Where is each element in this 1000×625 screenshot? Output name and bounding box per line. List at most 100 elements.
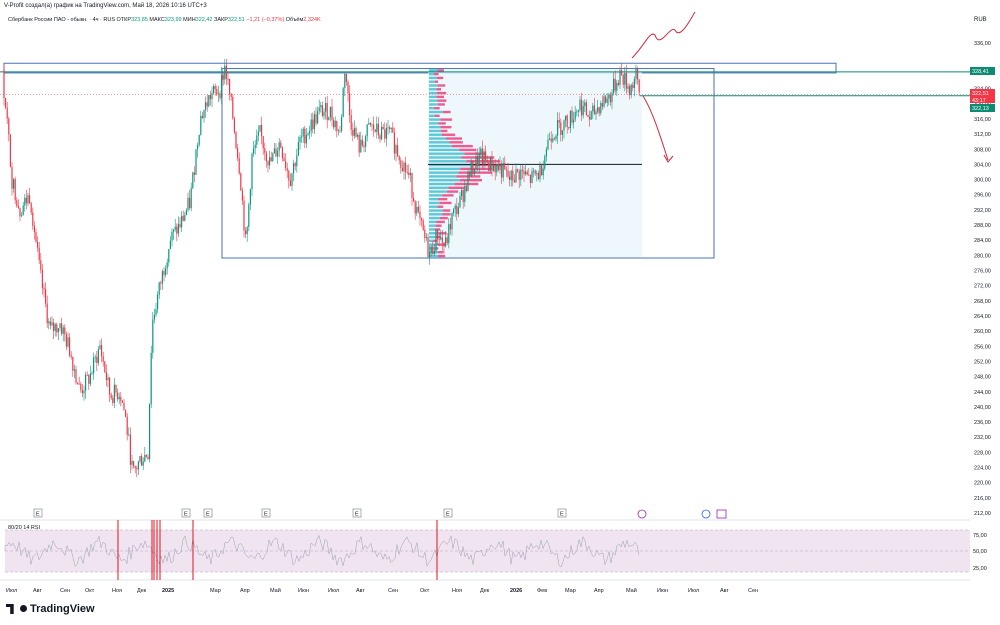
candle-body bbox=[277, 150, 279, 157]
candle-body bbox=[56, 324, 58, 333]
forecast-up-arrow[interactable] bbox=[631, 11, 696, 59]
candle-body bbox=[600, 102, 602, 114]
candle-body bbox=[373, 124, 375, 130]
earnings-marker-label: E bbox=[36, 512, 40, 518]
event-markers[interactable]: EEEEEEE bbox=[33, 508, 567, 518]
forecast-down-arrow[interactable] bbox=[642, 95, 669, 161]
candle-body bbox=[105, 372, 107, 381]
candle-body bbox=[89, 373, 91, 384]
profile-bar-up bbox=[429, 194, 443, 197]
profile-bar-up bbox=[429, 224, 436, 227]
candle-body bbox=[494, 165, 496, 173]
profile-bar-up bbox=[429, 125, 441, 129]
time-axis[interactable]: Июл Авг Сен Окт Ноя Дек 2025 Мар Апр Май Июн Июл Авг… bbox=[6, 587, 758, 594]
profile-bar-down bbox=[437, 99, 447, 102]
candle-body bbox=[568, 127, 570, 129]
candle-body bbox=[382, 126, 384, 130]
candle-body bbox=[505, 169, 507, 171]
candle-body bbox=[81, 389, 83, 394]
candle-body bbox=[328, 117, 330, 121]
candle-body bbox=[17, 206, 19, 208]
profile-bar-up bbox=[429, 152, 465, 155]
candle-body bbox=[430, 246, 432, 253]
candle-body bbox=[459, 196, 461, 208]
candle-body bbox=[365, 136, 367, 147]
candle-body bbox=[489, 157, 491, 171]
candle-body bbox=[305, 135, 307, 144]
candle-body bbox=[318, 107, 320, 112]
candle-body bbox=[613, 78, 615, 93]
profile-bar-up bbox=[429, 103, 438, 106]
tag-timer-text: 43:17 bbox=[972, 98, 986, 104]
candle-body bbox=[181, 215, 183, 228]
candle-body bbox=[537, 172, 539, 179]
candle-body bbox=[206, 102, 208, 107]
profile-bar-down bbox=[436, 76, 444, 80]
candle-body bbox=[275, 148, 277, 157]
candle-body bbox=[193, 172, 195, 175]
candle-body bbox=[245, 230, 247, 235]
candle-body bbox=[214, 86, 216, 89]
profile-bar-up bbox=[429, 167, 461, 171]
candle-body bbox=[86, 374, 88, 376]
candle-body bbox=[443, 242, 445, 247]
candle-body bbox=[326, 102, 328, 121]
profile-bar-down bbox=[442, 194, 454, 197]
candle-body bbox=[547, 139, 549, 150]
profile-bar-up bbox=[429, 190, 447, 193]
candle-body bbox=[584, 102, 586, 107]
profile-bar-down bbox=[459, 179, 482, 182]
candle-body bbox=[129, 434, 131, 465]
candle-body bbox=[624, 73, 626, 85]
price-tick: 220,00 bbox=[974, 481, 991, 487]
candle-body bbox=[333, 119, 335, 128]
candle-body bbox=[627, 86, 629, 89]
candle-body bbox=[201, 115, 203, 119]
price-tick: 248,00 bbox=[974, 375, 991, 381]
candle-body bbox=[177, 223, 179, 234]
candle-body bbox=[59, 323, 61, 329]
time-tick: Июл bbox=[328, 588, 339, 594]
price-tick: 252,00 bbox=[974, 359, 991, 365]
time-tick: Сен bbox=[388, 588, 398, 594]
candle-body bbox=[593, 105, 595, 115]
candle-body bbox=[310, 119, 312, 131]
candle-body bbox=[278, 142, 280, 151]
profile-bar-up bbox=[429, 72, 434, 76]
candle-body bbox=[549, 138, 551, 140]
candle-body bbox=[238, 158, 240, 174]
dividend-icon[interactable] bbox=[637, 509, 647, 519]
candle-body bbox=[496, 163, 498, 173]
candle-body bbox=[307, 133, 309, 136]
candle-body bbox=[456, 205, 458, 215]
candle-body bbox=[401, 167, 403, 172]
candle-body bbox=[133, 460, 135, 466]
candle-body bbox=[288, 170, 290, 181]
price-tick: 288,00 bbox=[974, 223, 991, 229]
candle-body bbox=[379, 135, 381, 140]
candle-body bbox=[163, 271, 165, 275]
price-tick: 280,00 bbox=[974, 253, 991, 259]
info-icon[interactable] bbox=[701, 509, 711, 519]
candle-body bbox=[29, 195, 31, 204]
candle-body bbox=[217, 93, 219, 95]
earnings-next-icon[interactable] bbox=[716, 509, 727, 519]
candle-body bbox=[77, 382, 79, 384]
candle-body bbox=[507, 170, 509, 177]
price-axis[interactable]: 212,00 216,00 220,00 224,00 228,00 232,00 236,… bbox=[974, 41, 991, 517]
candle-body bbox=[544, 156, 546, 169]
profile-bar-up bbox=[429, 141, 450, 144]
candle-body bbox=[470, 161, 472, 177]
candle-body bbox=[25, 197, 27, 204]
candle-body bbox=[574, 112, 576, 120]
candle-body bbox=[155, 309, 157, 315]
candle-body bbox=[552, 138, 554, 142]
time-tick: Авг bbox=[33, 588, 42, 594]
candle-body bbox=[589, 116, 591, 120]
candle-body bbox=[256, 135, 258, 145]
candle-body bbox=[35, 232, 37, 242]
price-tick: 272,00 bbox=[974, 284, 991, 290]
price-chart[interactable]: 212,00 216,00 220,00 224,00 228,00 232,00 236,… bbox=[0, 0, 1000, 625]
candle-body bbox=[136, 468, 138, 470]
candle-body bbox=[339, 130, 341, 132]
